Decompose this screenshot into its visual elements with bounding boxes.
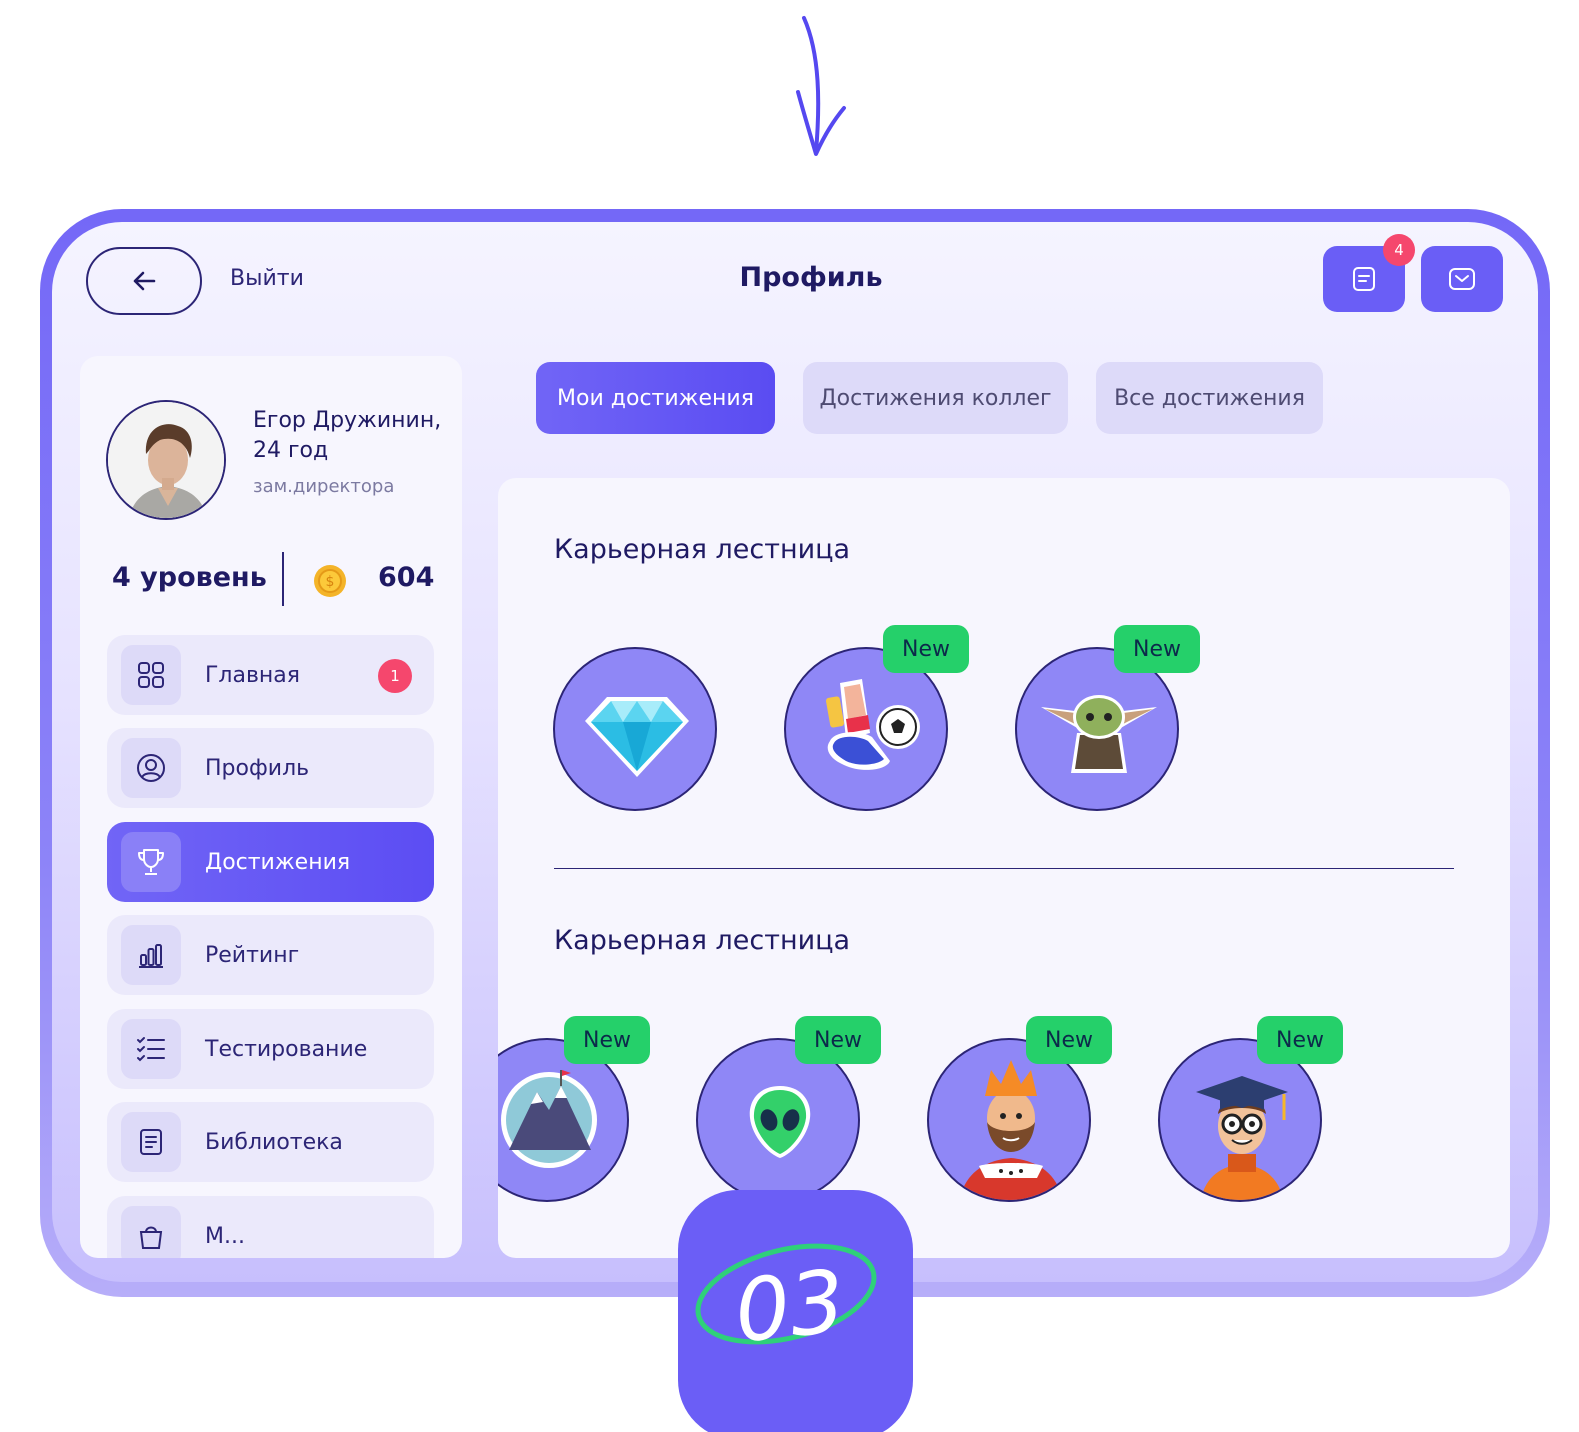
achievement-diamond[interactable] — [553, 647, 717, 811]
user-level: 4 уровень — [112, 562, 267, 593]
diamond-icon — [585, 697, 689, 777]
sidebar-item-rating[interactable]: Рейтинг — [107, 915, 434, 995]
coin-balance: 604 — [378, 562, 435, 593]
new-badge: New — [1257, 1016, 1343, 1064]
new-badge: New — [883, 625, 969, 673]
bag-icon — [121, 1206, 181, 1258]
user-name: Егор Дружинин, 24 год — [253, 408, 442, 463]
grid-icon — [121, 645, 181, 705]
sidebar-item-achievements[interactable]: Достижения — [107, 822, 434, 902]
sidebar-item-label: М... — [205, 1223, 245, 1249]
notes-button[interactable]: 4 — [1323, 234, 1415, 312]
new-badge: New — [1114, 625, 1200, 673]
menu-badge: 1 — [378, 659, 412, 693]
sidebar-item-label: Профиль — [205, 755, 310, 781]
graduate-icon — [1196, 1076, 1288, 1200]
sidebar-item-testing[interactable]: Тестирование — [107, 1009, 434, 1089]
divider — [282, 552, 284, 606]
achievements-panel: Карьерная лестница New New Карьерная лес… — [498, 478, 1510, 1258]
user-icon — [121, 738, 181, 798]
svg-text:$: $ — [326, 574, 335, 590]
checklist-icon — [121, 1019, 181, 1079]
achievement-football[interactable]: New — [784, 625, 969, 811]
sidebar-item-label: Библиотека — [205, 1129, 343, 1155]
achievement-graduate[interactable]: New — [1158, 1016, 1343, 1202]
down-arrow-icon — [796, 16, 846, 156]
step-number-tile: 03 — [678, 1190, 913, 1432]
achievement-yoda[interactable]: New — [1015, 625, 1200, 811]
sidebar-item-label: Рейтинг — [205, 942, 300, 968]
section-title: Карьерная лестница — [554, 534, 851, 565]
mail-icon — [1449, 268, 1475, 290]
trophy-icon — [121, 832, 181, 892]
tab-colleagues-achievements[interactable]: Достижения коллег — [803, 362, 1068, 434]
note-icon — [1353, 267, 1375, 291]
coin-icon: $ — [314, 565, 346, 597]
app-screen: Выйти Профиль 4 Егор Дружинин, 24 год за — [52, 222, 1538, 1282]
page-title: Профиль — [739, 262, 883, 293]
sidebar-item-main[interactable]: Главная 1 — [107, 635, 434, 715]
sidebar-item-label: Тестирование — [205, 1036, 368, 1062]
sidebar-item-library[interactable]: Библиотека — [107, 1102, 434, 1182]
mail-button[interactable] — [1421, 246, 1503, 312]
sidebar-item-label: Достижения — [205, 849, 351, 875]
user-role: зам.директора — [253, 476, 395, 497]
king-icon — [959, 1060, 1063, 1200]
sidebar: Егор Дружинин, 24 год зам.директора 4 ур… — [80, 356, 462, 1258]
section-title: Карьерная лестница — [554, 925, 851, 956]
achievement-king[interactable]: New — [927, 1016, 1112, 1202]
sidebar-item-profile[interactable]: Профиль — [107, 728, 434, 808]
alien-icon — [749, 1086, 811, 1158]
step-number: 03 — [730, 1252, 849, 1363]
tab-all-achievements[interactable]: Все достижения — [1096, 362, 1323, 434]
tab-my-achievements[interactable]: Мои достижения — [536, 362, 775, 434]
achievement-mountain[interactable]: New — [498, 1016, 650, 1202]
mountain-icon — [501, 1070, 597, 1168]
book-icon — [121, 1112, 181, 1172]
avatar[interactable] — [106, 400, 226, 520]
section-divider — [554, 868, 1454, 869]
bar-chart-icon — [121, 925, 181, 985]
sidebar-item-shop[interactable]: М... — [107, 1196, 434, 1258]
sidebar-item-label: Главная — [205, 662, 301, 688]
baby-yoda-icon — [1041, 695, 1157, 773]
new-badge: New — [795, 1016, 881, 1064]
new-badge: New — [564, 1016, 650, 1064]
football-boot-icon — [825, 679, 920, 770]
achievement-alien[interactable]: New — [696, 1016, 881, 1202]
user-photo-icon — [108, 402, 224, 518]
new-badge: New — [1026, 1016, 1112, 1064]
notification-badge: 4 — [1383, 234, 1415, 266]
